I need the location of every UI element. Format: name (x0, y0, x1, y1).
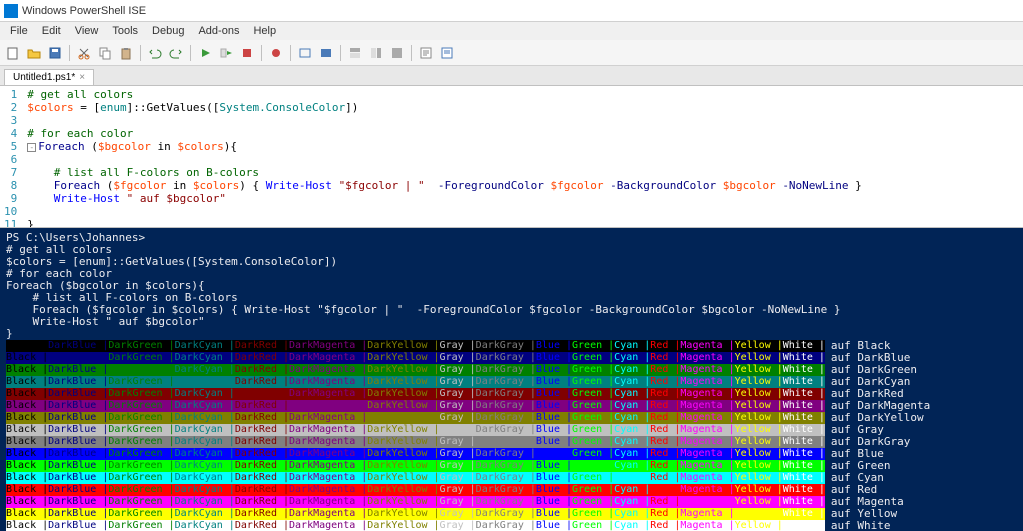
show-script-pane-right-icon[interactable] (367, 44, 385, 62)
script-editor[interactable]: 1234567891011 # get all colors$colors = … (0, 86, 1023, 228)
toolbar-separator (340, 45, 341, 61)
powershell-tab-icon[interactable] (317, 44, 335, 62)
toolbar-separator (290, 45, 291, 61)
stop-icon[interactable] (238, 44, 256, 62)
undo-icon[interactable] (146, 44, 164, 62)
editor-gutter: 1234567891011 (0, 86, 23, 227)
editor-code[interactable]: # get all colors$colors = [enum]::GetVal… (23, 86, 866, 227)
new-icon[interactable] (4, 44, 22, 62)
show-script-pane-top-icon[interactable] (346, 44, 364, 62)
paste-icon[interactable] (117, 44, 135, 62)
cut-icon[interactable] (75, 44, 93, 62)
menu-item-debug[interactable]: Debug (146, 24, 190, 38)
toolbar (0, 40, 1023, 66)
menu-item-file[interactable]: File (4, 24, 34, 38)
tab-close-icon[interactable]: × (79, 72, 85, 83)
window-title: Windows PowerShell ISE (22, 5, 146, 17)
menu-bar: FileEditViewToolsDebugAdd-onsHelp (0, 22, 1023, 40)
editor-tab-bar: Untitled1.ps1* × (0, 66, 1023, 86)
toolbar-separator (411, 45, 412, 61)
tab-label: Untitled1.ps1* (13, 72, 75, 83)
window-titlebar: Windows PowerShell ISE (0, 0, 1023, 22)
fold-icon[interactable]: - (27, 143, 36, 152)
run-selection-icon[interactable] (217, 44, 235, 62)
menu-item-help[interactable]: Help (247, 24, 282, 38)
new-remote-tab-icon[interactable] (296, 44, 314, 62)
show-command-addon-icon[interactable] (438, 44, 456, 62)
save-icon[interactable] (46, 44, 64, 62)
breakpoint-icon[interactable] (267, 44, 285, 62)
console-pane[interactable]: PS C:\Users\Johannes># get all colors$co… (0, 228, 1023, 531)
toolbar-separator (261, 45, 262, 61)
toolbar-separator (140, 45, 141, 61)
copy-icon[interactable] (96, 44, 114, 62)
run-icon[interactable] (196, 44, 214, 62)
menu-item-add-ons[interactable]: Add-ons (192, 24, 245, 38)
toolbar-separator (190, 45, 191, 61)
menu-item-view[interactable]: View (69, 24, 105, 38)
color-row: Black | DarkBlue | DarkGreen | DarkCyan … (6, 520, 1017, 531)
open-icon[interactable] (25, 44, 43, 62)
menu-item-tools[interactable]: Tools (106, 24, 144, 38)
show-script-pane-max-icon[interactable] (388, 44, 406, 62)
editor-tab[interactable]: Untitled1.ps1* × (4, 69, 94, 85)
toolbar-separator (69, 45, 70, 61)
show-command-icon[interactable] (417, 44, 435, 62)
redo-icon[interactable] (167, 44, 185, 62)
menu-item-edit[interactable]: Edit (36, 24, 67, 38)
app-icon (4, 4, 18, 18)
